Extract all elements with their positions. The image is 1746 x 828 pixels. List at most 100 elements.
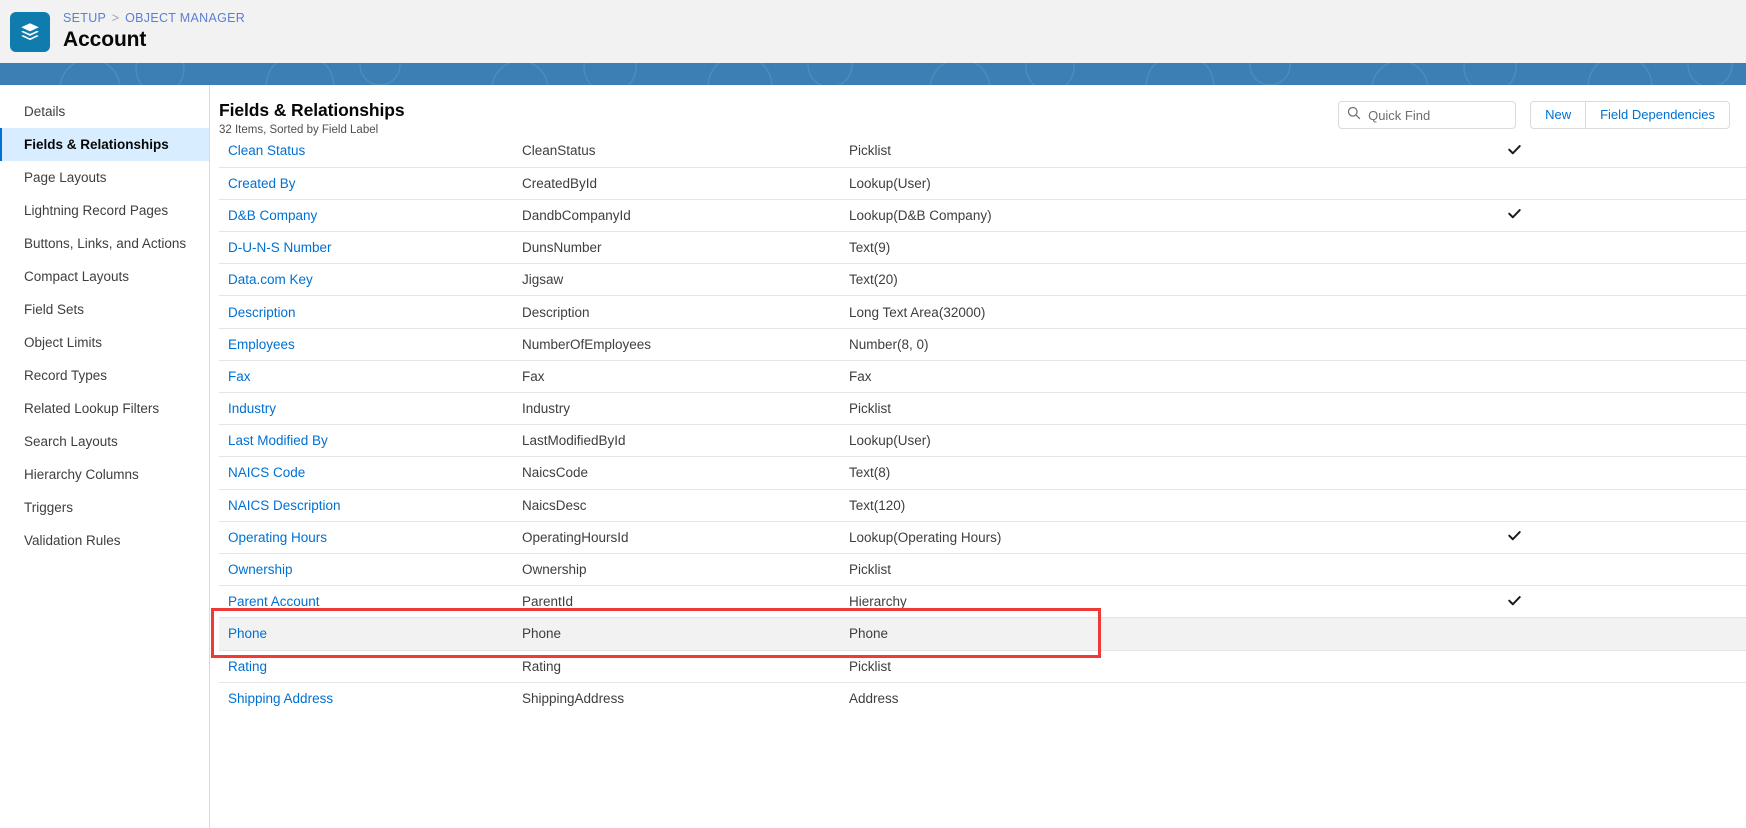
row-data-type-cell: Picklist xyxy=(849,391,1449,425)
row-field-label-cell: NAICS Description xyxy=(219,488,522,522)
sidebar-item-field-sets[interactable]: Field Sets xyxy=(0,293,209,326)
table-row[interactable]: Fax Fax Fax xyxy=(219,359,1746,393)
field-label-link[interactable]: Parent Account xyxy=(228,594,320,609)
row-indexed-cell xyxy=(1449,295,1746,329)
fields-table-wrapper: Clean Status CleanStatus Picklist Create… xyxy=(210,135,1746,715)
field-label-link[interactable]: Ownership xyxy=(228,562,293,577)
quick-find-input[interactable] xyxy=(1368,107,1508,123)
table-row[interactable]: Rating Rating Picklist xyxy=(219,649,1746,683)
row-api-name-cell: LastModifiedById xyxy=(522,424,849,457)
table-row[interactable]: Created By CreatedById Lookup(User) xyxy=(219,166,1746,200)
table-row[interactable]: Ownership Ownership Picklist xyxy=(219,552,1746,586)
row-data-type-cell: Lookup(User) xyxy=(849,424,1449,457)
sidebar-item-fields-relationships[interactable]: Fields & Relationships xyxy=(0,128,209,161)
sidebar-item-related-lookup-filters[interactable]: Related Lookup Filters xyxy=(0,392,209,425)
row-api-name-cell: OperatingHoursId xyxy=(522,520,849,554)
check-icon xyxy=(1507,142,1522,160)
row-indexed-cell xyxy=(1449,231,1746,264)
row-api-name-cell: NaicsDesc xyxy=(522,488,849,522)
field-label-link[interactable]: Phone xyxy=(228,626,267,641)
row-api-name-cell: Industry xyxy=(522,391,849,425)
row-indexed-cell xyxy=(1449,198,1746,232)
row-api-name-cell: Phone xyxy=(522,617,849,650)
table-row[interactable]: NAICS Code NaicsCode Text(8) xyxy=(219,456,1746,490)
table-row[interactable]: Industry Industry Picklist xyxy=(219,391,1746,425)
field-label-link[interactable]: Shipping Address xyxy=(228,691,333,706)
row-api-name-cell: ParentId xyxy=(522,585,849,618)
list-header-text: Fields & Relationships 32 Items, Sorted … xyxy=(219,99,1338,138)
row-indexed-cell xyxy=(1449,263,1746,296)
row-data-type-cell: Number(8, 0) xyxy=(849,327,1449,361)
table-row[interactable]: Employees NumberOfEmployees Number(8, 0) xyxy=(219,327,1746,361)
row-data-type-cell: Text(20) xyxy=(849,263,1449,296)
row-api-name-cell: DandbCompanyId xyxy=(522,198,849,232)
search-icon xyxy=(1347,106,1368,125)
row-data-type-cell: Text(8) xyxy=(849,456,1449,490)
table-row[interactable]: Shipping Address ShippingAddress Address xyxy=(219,681,1746,715)
table-row[interactable]: Description Description Long Text Area(3… xyxy=(219,295,1746,329)
row-api-name-cell: CreatedById xyxy=(522,166,849,200)
row-indexed-cell xyxy=(1449,520,1746,554)
sidebar-item-details[interactable]: Details xyxy=(0,95,209,128)
row-field-label-cell: Operating Hours xyxy=(219,520,522,554)
sidebar-item-page-layouts[interactable]: Page Layouts xyxy=(0,161,209,194)
field-label-link[interactable]: Data.com Key xyxy=(228,272,313,287)
field-label-link[interactable]: D&B Company xyxy=(228,208,317,223)
row-data-type-cell: Text(120) xyxy=(849,488,1449,522)
row-field-label-cell: NAICS Code xyxy=(219,456,522,490)
sidebar-item-validation-rules[interactable]: Validation Rules xyxy=(0,524,209,557)
field-label-link[interactable]: NAICS Description xyxy=(228,498,341,513)
sidebar-item-record-types[interactable]: Record Types xyxy=(0,359,209,392)
table-row[interactable]: D-U-N-S Number DunsNumber Text(9) xyxy=(219,231,1746,264)
row-api-name-cell: Fax xyxy=(522,359,849,393)
sidebar-item-compact-layouts[interactable]: Compact Layouts xyxy=(0,260,209,293)
sidebar-item-buttons-links-actions[interactable]: Buttons, Links, and Actions xyxy=(0,227,209,260)
row-indexed-cell xyxy=(1449,585,1746,618)
table-row[interactable]: Operating Hours OperatingHoursId Lookup(… xyxy=(219,520,1746,554)
sidebar-item-hierarchy-columns[interactable]: Hierarchy Columns xyxy=(0,458,209,491)
action-button-group: New Field Dependencies xyxy=(1530,101,1730,129)
field-label-link[interactable]: Industry xyxy=(228,401,276,416)
list-title: Fields & Relationships xyxy=(219,100,405,120)
sidebar-item-object-limits[interactable]: Object Limits xyxy=(0,326,209,359)
field-label-link[interactable]: Last Modified By xyxy=(228,433,328,448)
breadcrumb-setup[interactable]: SETUP xyxy=(63,11,106,25)
table-row-phone-highlighted[interactable]: Phone Phone Phone xyxy=(219,617,1746,650)
body-wrapper: Details Fields & Relationships Page Layo… xyxy=(0,85,1746,828)
field-label-link[interactable]: Fax xyxy=(228,369,251,384)
decorative-banner-strip xyxy=(0,63,1746,85)
row-api-name-cell: Jigsaw xyxy=(522,263,849,296)
row-field-label-cell: Shipping Address xyxy=(219,681,522,715)
new-button[interactable]: New xyxy=(1530,101,1587,129)
row-api-name-cell: NumberOfEmployees xyxy=(522,327,849,361)
table-row[interactable]: Last Modified By LastModifiedById Lookup… xyxy=(219,424,1746,457)
table-row[interactable]: D&B Company DandbCompanyId Lookup(D&B Co… xyxy=(219,198,1746,232)
field-label-link[interactable]: D-U-N-S Number xyxy=(228,240,332,255)
field-label-link[interactable]: NAICS Code xyxy=(228,465,305,480)
field-label-link[interactable]: Employees xyxy=(228,337,295,352)
field-label-link[interactable]: Created By xyxy=(228,176,296,191)
table-row[interactable]: NAICS Description NaicsDesc Text(120) xyxy=(219,488,1746,522)
row-field-label-cell: D&B Company xyxy=(219,198,522,232)
row-data-type-cell: Lookup(D&B Company) xyxy=(849,198,1449,232)
check-icon xyxy=(1507,528,1522,546)
field-label-link[interactable]: Description xyxy=(228,305,296,320)
main-content: Fields & Relationships 32 Items, Sorted … xyxy=(210,85,1746,828)
field-label-link[interactable]: Operating Hours xyxy=(228,530,327,545)
field-label-link[interactable]: Rating xyxy=(228,659,267,674)
row-indexed-cell xyxy=(1449,456,1746,490)
field-dependencies-button[interactable]: Field Dependencies xyxy=(1586,101,1730,129)
row-field-label-cell: D-U-N-S Number xyxy=(219,231,522,264)
sidebar-item-triggers[interactable]: Triggers xyxy=(0,491,209,524)
table-row[interactable]: Parent Account ParentId Hierarchy xyxy=(219,585,1746,618)
quick-find-container[interactable] xyxy=(1338,101,1517,129)
table-row[interactable]: Clean Status CleanStatus Picklist xyxy=(219,135,1746,167)
sidebar-item-search-layouts[interactable]: Search Layouts xyxy=(0,425,209,458)
breadcrumb-object-manager[interactable]: OBJECT MANAGER xyxy=(125,11,245,25)
row-data-type-cell: Fax xyxy=(849,359,1449,393)
sidebar-item-lightning-record-pages[interactable]: Lightning Record Pages xyxy=(0,194,209,227)
table-row[interactable]: Data.com Key Jigsaw Text(20) xyxy=(219,263,1746,296)
fields-relationships-table: Clean Status CleanStatus Picklist Create… xyxy=(219,135,1746,715)
field-label-link[interactable]: Clean Status xyxy=(228,143,305,158)
row-api-name-cell: Rating xyxy=(522,649,849,683)
